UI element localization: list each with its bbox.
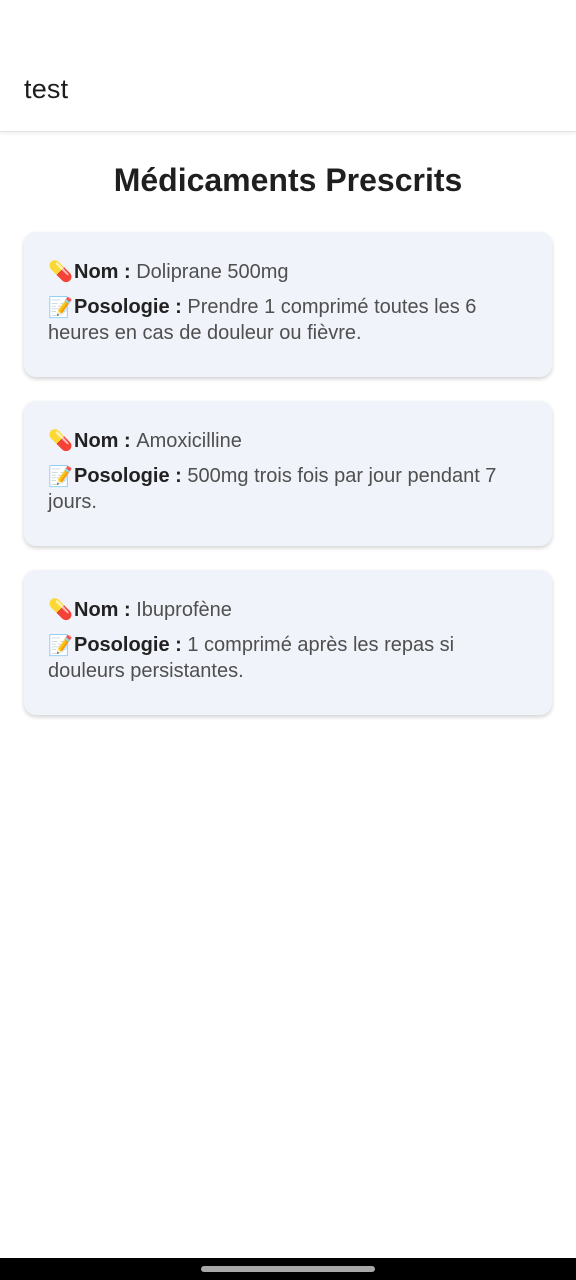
pill-icon: 💊 xyxy=(48,428,73,452)
name-label: Nom : xyxy=(74,261,131,283)
medication-card: 💊 Nom : Amoxicilline 📝Posologie : 500mg … xyxy=(24,401,552,546)
dosage-label: Posologie : xyxy=(74,634,182,656)
name-label: Nom : xyxy=(74,430,131,452)
medication-name-row: 💊 Nom : Ibuprofène xyxy=(48,596,528,623)
medication-name-row: 💊 Nom : Amoxicilline xyxy=(48,427,528,454)
page-title: Médicaments Prescrits xyxy=(113,162,463,198)
medication-dosage-row: 📝Posologie : 1 comprimé après les repas … xyxy=(48,632,528,684)
content: Médicaments Prescrits 💊 Nom : Doliprane … xyxy=(0,133,576,739)
medication-dosage-row: 📝Posologie : Prendre 1 comprimé toutes l… xyxy=(48,294,528,346)
app-title: test xyxy=(24,74,69,104)
app-bar: test xyxy=(0,48,576,132)
name-label: Nom : xyxy=(74,599,131,621)
pill-icon: 💊 xyxy=(48,597,73,621)
pill-icon: 💊 xyxy=(48,259,73,283)
medication-card: 💊 Nom : Doliprane 500mg 📝Posologie : Pre… xyxy=(24,232,552,377)
dosage-label: Posologie : xyxy=(74,465,182,487)
memo-icon: 📝 xyxy=(48,633,73,657)
dosage-label: Posologie : xyxy=(74,296,182,318)
navigation-bar xyxy=(0,1258,576,1280)
medication-name: Doliprane 500mg xyxy=(136,261,289,283)
medication-name: Ibuprofène xyxy=(136,599,232,621)
memo-icon: 📝 xyxy=(48,464,73,488)
medication-list: 💊 Nom : Doliprane 500mg 📝Posologie : Pre… xyxy=(24,232,552,715)
medication-name-row: 💊 Nom : Doliprane 500mg xyxy=(48,258,528,285)
medication-dosage-row: 📝Posologie : 500mg trois fois par jour p… xyxy=(48,463,528,515)
screen: test Médicaments Prescrits 💊 Nom : Dolip… xyxy=(0,0,576,1280)
home-indicator[interactable] xyxy=(201,1266,375,1272)
memo-icon: 📝 xyxy=(48,295,73,319)
medication-card: 💊 Nom : Ibuprofène 📝Posologie : 1 compri… xyxy=(24,570,552,715)
medication-name: Amoxicilline xyxy=(136,430,242,452)
status-bar xyxy=(0,0,576,48)
